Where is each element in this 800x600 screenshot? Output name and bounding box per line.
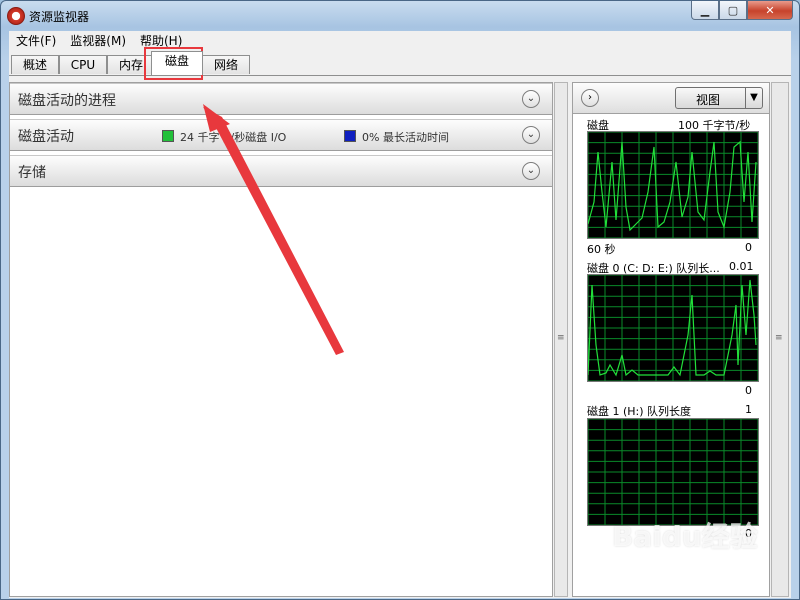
window-controls: ▁ ▢ ✕ <box>691 1 793 20</box>
dropdown-arrow-icon[interactable]: ▼ <box>745 88 762 108</box>
minimize-button[interactable]: ▁ <box>691 1 719 20</box>
section-disk-processes[interactable]: 磁盘活动的进程 ⌄ <box>10 83 552 115</box>
view-label: 视图 <box>696 93 721 107</box>
menu-help[interactable]: 帮助(H) <box>133 32 189 49</box>
graph-disk1-svg <box>588 419 758 525</box>
graph-disk0-scale: 0.01 <box>729 260 754 273</box>
graph-disk1-name: 磁盘 1 (H:) 队列长度 <box>587 405 692 418</box>
splitter-grip-icon: ≡ <box>557 333 565 343</box>
graph-disk <box>587 131 759 239</box>
left-pane: 磁盘活动的进程 ⌄ 磁盘活动 24 千字节/秒磁盘 I/O 0% 最长活动时间 … <box>9 82 553 597</box>
right-scrollbar[interactable]: ≡ <box>771 82 789 597</box>
section-title: 存储 <box>18 165 46 181</box>
window-title: 资源监视器 <box>29 10 90 24</box>
title-bar[interactable]: 资源监视器 ▁ ▢ ✕ <box>1 1 799 29</box>
menu-file[interactable]: 文件(F) <box>9 32 63 49</box>
menu-bar: 文件(F) 监视器(M) 帮助(H) <box>9 31 791 49</box>
graph-disk1-scale: 1 <box>745 403 752 416</box>
tab-overview[interactable]: 概述 <box>11 55 59 74</box>
graph-disk-svg <box>588 132 758 238</box>
watermark-url: jingyan.baidu.com <box>648 563 759 577</box>
maximize-icon: ▢ <box>727 3 739 17</box>
legend-io-swatch <box>162 130 174 142</box>
maximize-button[interactable]: ▢ <box>719 1 747 20</box>
minimize-icon: ▁ <box>700 3 710 17</box>
close-button[interactable]: ✕ <box>747 1 793 20</box>
chevron-down-icon[interactable]: ⌄ <box>522 90 540 108</box>
collapse-panel-button[interactable]: › <box>581 89 599 107</box>
tab-strip: 概述 CPU 内存 磁盘 网络 <box>9 49 791 75</box>
close-icon: ✕ <box>765 3 775 17</box>
chevron-down-icon[interactable]: ⌄ <box>522 162 540 180</box>
graph-disk1 <box>587 418 759 526</box>
scrollbar-grip-icon: ≡ <box>775 333 783 343</box>
legend-busy-swatch <box>344 130 356 142</box>
graph-disk0-svg <box>588 275 758 381</box>
graph-disk0-min: 0 <box>745 384 752 397</box>
view-button[interactable]: 视图 ▼ <box>675 87 763 109</box>
section-title: 磁盘活动的进程 <box>18 93 116 109</box>
menu-monitor[interactable]: 监视器(M) <box>63 32 133 49</box>
section-title: 磁盘活动 <box>18 129 74 145</box>
tab-cpu[interactable]: CPU <box>59 55 107 74</box>
graph-disk-time: 60 秒 <box>587 243 616 256</box>
resource-monitor-window: 资源监视器 ▁ ▢ ✕ 文件(F) 监视器(M) 帮助(H) 概述 CPU 内存… <box>0 0 800 600</box>
legend-busy-text: 0% 最长活动时间 <box>362 131 449 144</box>
graph-toolbar: › 视图 ▼ <box>573 83 769 114</box>
section-disk-activity[interactable]: 磁盘活动 24 千字节/秒磁盘 I/O 0% 最长活动时间 ⌄ <box>10 119 552 151</box>
graph-disk-min: 0 <box>745 241 752 254</box>
watermark-logo: Baidu经验 <box>612 520 758 553</box>
legend-io-text: 24 千字节/秒磁盘 I/O <box>180 131 287 144</box>
tab-network[interactable]: 网络 <box>202 55 250 74</box>
chevron-down-icon[interactable]: ⌄ <box>522 126 540 144</box>
pane-splitter[interactable]: ≡ <box>554 82 568 597</box>
section-storage[interactable]: 存储 ⌄ <box>10 155 552 187</box>
graph-disk0 <box>587 274 759 382</box>
resource-monitor-icon <box>7 7 25 25</box>
tab-disk[interactable]: 磁盘 <box>151 51 203 75</box>
